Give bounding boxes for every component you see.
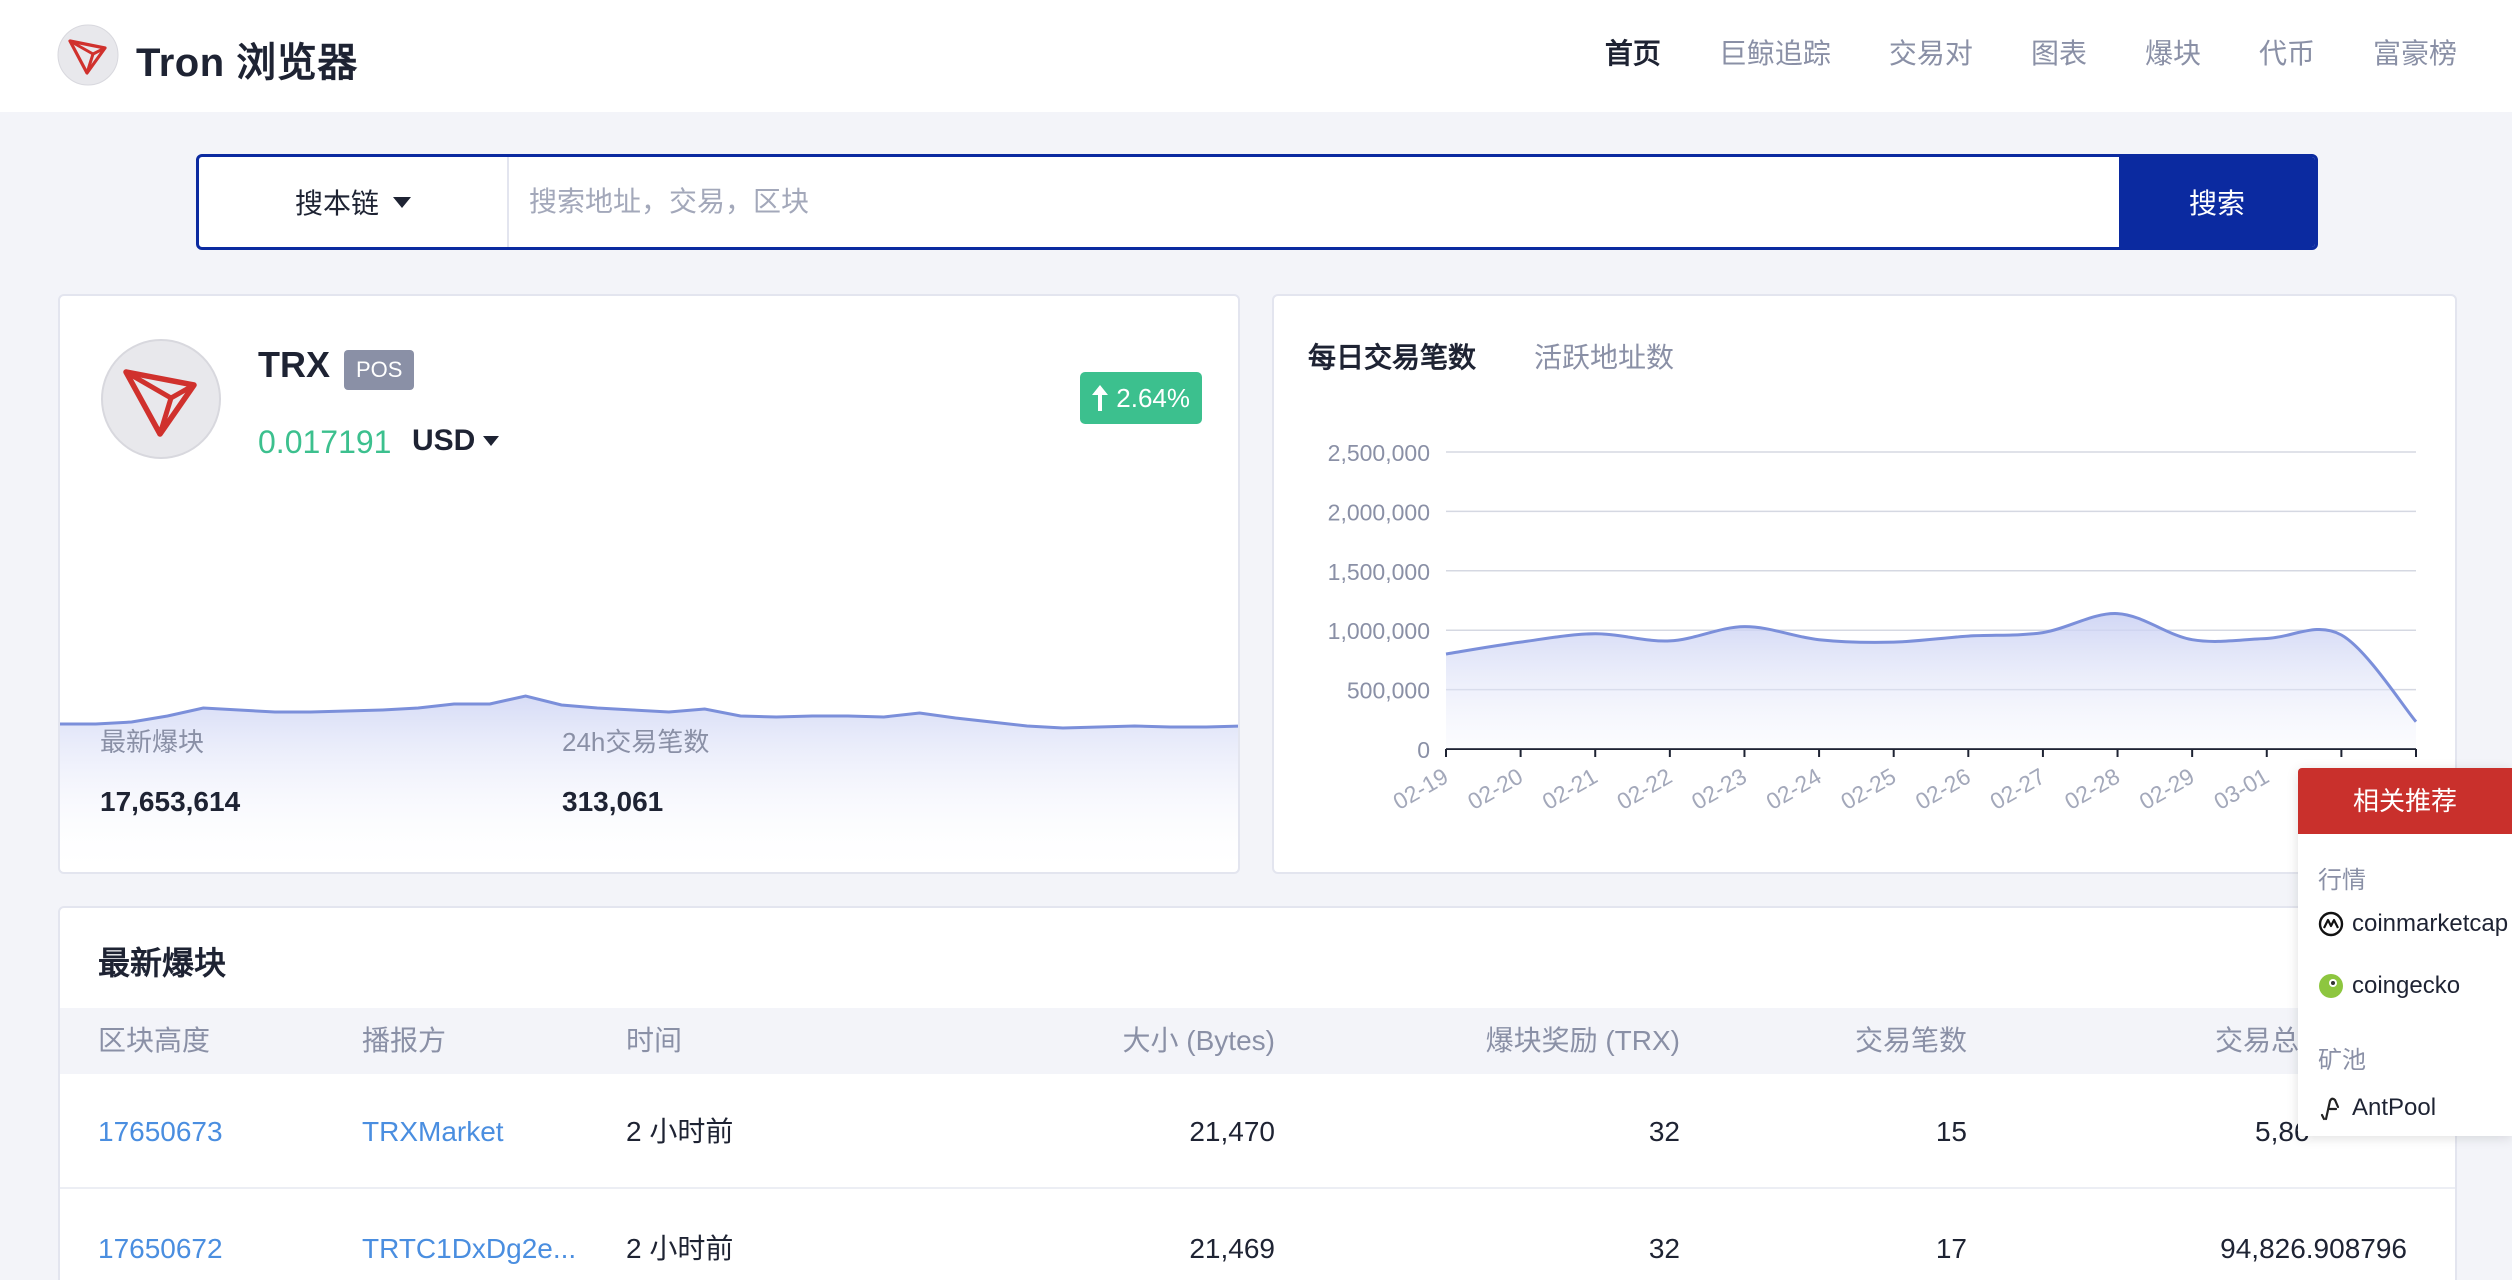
nav-blocks[interactable]: 爆块 (2145, 32, 2201, 76)
y-tick-label: 500,000 (1347, 678, 1430, 704)
coingecko-link[interactable]: coingecko (2318, 972, 2460, 1000)
producer-link[interactable]: TRTC1DxDg2e... (362, 1191, 576, 1280)
daily-tx-area-chart: 0 500,000 1,000,000 1,500,000 2,000,000 2,500… (1328, 440, 2418, 815)
tx24h-value: 313,061 (562, 786, 664, 817)
x-tick-label: 02-29 (2135, 763, 2199, 815)
latest-block-value[interactable]: 17,653,614 (100, 786, 240, 818)
search-button[interactable]: 搜索 (2119, 157, 2315, 247)
block-tx-count: 15 (1935, 1116, 1967, 1147)
main-nav: 首页 巨鲸追踪 交易对 图表 爆块 代币 富豪榜 (1547, 32, 2457, 76)
x-tick-label: 02-21 (1538, 763, 1602, 815)
search-scope-dropdown[interactable]: 搜本链 (199, 157, 509, 247)
x-tick-label: 02-26 (1911, 763, 1975, 815)
recommendations-title[interactable]: 相关推荐 (2298, 768, 2512, 834)
block-height-link[interactable]: 17650672 (98, 1191, 223, 1280)
col-producer: 播报方 (362, 1025, 447, 1056)
arrow-up-icon (1092, 385, 1109, 411)
x-tick-label: 03-01 (2209, 763, 2273, 815)
x-tick-label: 02-20 (1463, 763, 1527, 815)
search-input[interactable] (509, 157, 2119, 247)
top-header: Tron 浏览器 首页 巨鲸追踪 交易对 图表 爆块 代币 富豪榜 (0, 0, 2512, 112)
search-bar: 搜本链 搜索 (196, 154, 2318, 250)
chevron-down-icon (483, 436, 500, 446)
price-change-value: 2.64% (1116, 383, 1190, 413)
col-reward: 爆块奖励 (TRX) (1485, 1025, 1680, 1056)
currency-selector[interactable]: USD (412, 424, 500, 458)
antpool-link[interactable]: AntPool (2318, 1094, 2436, 1122)
col-tx-count: 交易笔数 (1854, 1025, 1967, 1056)
chevron-down-icon (393, 196, 411, 208)
brand-title[interactable]: Tron 浏览器 (136, 30, 358, 88)
block-tx-total: 94,826.908796 (2220, 1233, 2407, 1264)
x-tick-label: 02-25 (1836, 763, 1900, 815)
tab-daily-transactions[interactable]: 每日交易笔数 (1308, 336, 1476, 376)
tron-logo-icon[interactable] (57, 24, 119, 86)
y-tick-label: 1,500,000 (1328, 559, 1430, 585)
block-time: 2 小时前 (626, 1233, 734, 1264)
recommendations-panel: 相关推荐 行情 coinmarketcap coingecko 矿池 AntPo… (2298, 768, 2512, 1136)
coingecko-icon (2319, 974, 2343, 998)
nav-whale-tracking[interactable]: 巨鲸追踪 (1719, 32, 1831, 76)
coinmarketcap-label: coinmarketcap (2352, 910, 2509, 937)
latest-blocks-card: 最新爆块 区块高度 播报方 时间 大小 (Bytes) 爆块奖励 (TRX) 交… (58, 906, 2457, 1280)
coinmarketcap-link[interactable]: coinmarketcap (2318, 910, 2508, 938)
col-size: 大小 (Bytes) (1122, 1025, 1275, 1056)
antpool-label: AntPool (2352, 1094, 2437, 1121)
y-tick-label: 2,000,000 (1328, 499, 1430, 525)
x-tick-label: 02-27 (1985, 763, 2049, 815)
nav-trading-pairs[interactable]: 交易对 (1889, 32, 1973, 76)
currency-label: USD (412, 424, 476, 457)
x-tick-label: 02-28 (2060, 763, 2124, 815)
block-size: 21,469 (1189, 1233, 1275, 1264)
coinmarketcap-icon (2318, 911, 2344, 937)
blocks-table-header: 区块高度 播报方 时间 大小 (Bytes) 爆块奖励 (TRX) 交易笔数 交… (60, 1008, 2455, 1074)
block-tx-count: 17 (1935, 1233, 1967, 1264)
search-scope-label: 搜本链 (294, 188, 379, 219)
col-tx-total: 交易总 (2215, 1025, 2300, 1056)
block-reward: 32 (1648, 1233, 1680, 1264)
coingecko-label: coingecko (2352, 972, 2461, 999)
block-height-link[interactable]: 17650673 (98, 1074, 223, 1189)
latest-block-label: 最新爆块 (100, 727, 205, 757)
block-size: 21,470 (1189, 1116, 1275, 1147)
pool-section-label: 矿池 (2318, 1047, 2366, 1074)
market-section-label: 行情 (2318, 867, 2366, 894)
col-time: 时间 (626, 1025, 683, 1056)
tab-active-addresses[interactable]: 活跃地址数 (1534, 336, 1674, 376)
x-tick-label: 02-24 (1762, 763, 1826, 815)
block-reward: 32 (1648, 1116, 1680, 1147)
trx-coin-icon (101, 339, 221, 459)
price-change-badge: 2.64% (1080, 372, 1202, 424)
coin-symbol: TRX (258, 344, 330, 385)
x-tick-label: 02-22 (1612, 763, 1676, 815)
col-block-height: 区块高度 (98, 1025, 211, 1056)
x-tick-label: 02-19 (1389, 763, 1453, 815)
consensus-badge: POS (344, 350, 415, 390)
y-tick-label: 0 (1417, 737, 1430, 763)
producer-link[interactable]: TRXMarket (362, 1074, 504, 1189)
coin-price: 0.017191 (258, 424, 392, 460)
trx-price-card: TRX POS 0.017191 USD 2.64% 最新爆块 17,653,6… (58, 294, 1240, 874)
nav-charts[interactable]: 图表 (2031, 32, 2087, 76)
tx24h-label: 24h交易笔数 (562, 727, 710, 757)
nav-rich-list[interactable]: 富豪榜 (2373, 32, 2457, 76)
daily-tx-chart-card: 每日交易笔数 活跃地址数 0 500,000 1,000,000 1,500,000 2… (1272, 294, 2457, 874)
y-tick-label: 2,500,000 (1328, 440, 1430, 466)
latest-blocks-title: 最新爆块 (98, 945, 227, 981)
y-tick-label: 1,000,000 (1328, 618, 1430, 644)
table-row: 17650672 TRTC1DxDg2e... 2 小时前 21,469 32 … (60, 1191, 2455, 1280)
x-tick-label: 02-23 (1687, 763, 1751, 815)
nav-home[interactable]: 首页 (1605, 32, 1661, 76)
block-time: 2 小时前 (626, 1116, 734, 1147)
nav-tokens[interactable]: 代币 (2259, 32, 2315, 76)
table-row: 17650673 TRXMarket 2 小时前 21,470 32 15 5,… (60, 1074, 2455, 1189)
antpool-icon (2320, 1097, 2340, 1121)
